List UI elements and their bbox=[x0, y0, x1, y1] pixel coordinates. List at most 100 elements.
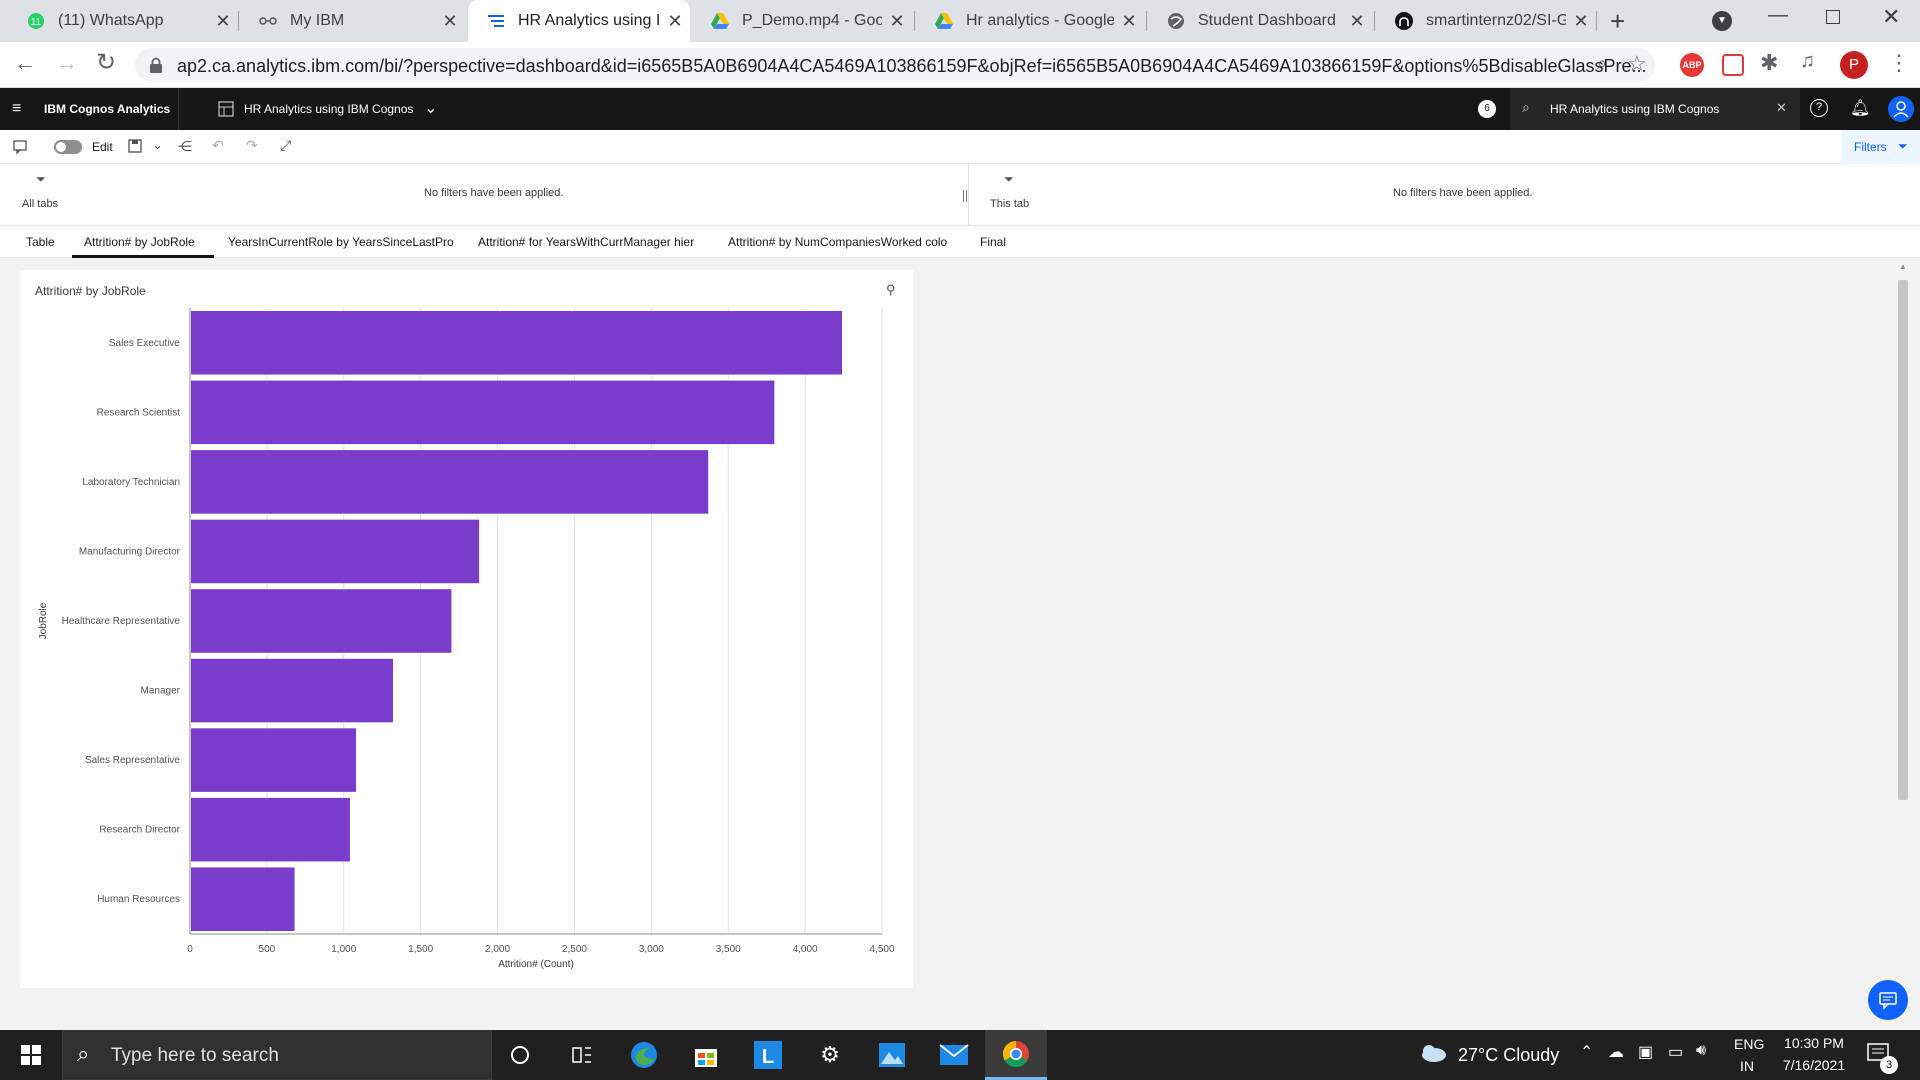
tab-search-icon[interactable]: ▼ bbox=[1712, 11, 1732, 31]
close-tab-icon[interactable]: ✕ bbox=[1342, 11, 1372, 32]
comment-icon[interactable] bbox=[12, 139, 28, 160]
filters-button[interactable]: Filters ⏷ bbox=[1842, 130, 1920, 164]
browser-tab-whatsapp[interactable]: 11 (11) WhatsApp ✕ bbox=[8, 0, 238, 42]
language-bottom[interactable]: IN bbox=[1740, 1058, 1754, 1074]
tab-table[interactable]: Table bbox=[14, 226, 70, 258]
search-input[interactable]: HR Analytics using IBM Cognos bbox=[1550, 102, 1719, 116]
profile-avatar[interactable]: P bbox=[1840, 51, 1868, 79]
chrome-taskbar-icon[interactable] bbox=[985, 1030, 1047, 1080]
save-icon[interactable] bbox=[128, 139, 142, 158]
user-avatar[interactable] bbox=[1888, 96, 1914, 122]
close-tab-icon[interactable]: ✕ bbox=[435, 11, 465, 32]
network-icon[interactable]: ▣ bbox=[1638, 1042, 1653, 1062]
bar[interactable] bbox=[191, 450, 709, 514]
reload-icon[interactable]: ↻ bbox=[96, 48, 116, 77]
tab-title: (11) WhatsApp bbox=[58, 12, 164, 29]
tab-attrition-yearswithcurrmanager[interactable]: Attrition# for YearsWithCurrManager hier bbox=[466, 226, 716, 258]
edge-browser-icon[interactable] bbox=[613, 1030, 675, 1080]
battery-icon[interactable]: ▭ bbox=[1668, 1042, 1683, 1062]
weather-cloud-icon bbox=[1418, 1042, 1448, 1069]
weather-text[interactable]: 27°C Cloudy bbox=[1458, 1045, 1559, 1066]
close-tab-icon[interactable]: ✕ bbox=[208, 11, 238, 32]
restore-icon[interactable] bbox=[1826, 10, 1840, 24]
undo-icon[interactable]: ↶ bbox=[212, 137, 224, 154]
notifications-bell-icon[interactable]: 🔔︎ bbox=[1850, 98, 1870, 118]
hamburger-menu-icon[interactable]: ≡ bbox=[12, 100, 21, 118]
windows-start-icon[interactable] bbox=[0, 1030, 62, 1080]
browser-tab-github[interactable]: smartinternz02/SI-Gui ✕ bbox=[1376, 0, 1596, 42]
share-icon[interactable]: ⋲ bbox=[178, 138, 192, 155]
volume-icon[interactable]: 🔊︎ bbox=[1696, 1042, 1706, 1060]
onedrive-icon[interactable]: ☁ bbox=[1608, 1042, 1624, 1062]
browser-tab-student-dashboard[interactable]: Student Dashboard ✕ bbox=[1148, 0, 1372, 42]
clock-time[interactable]: 10:30 PM bbox=[1782, 1035, 1846, 1051]
bar[interactable] bbox=[191, 728, 357, 792]
close-tab-icon[interactable]: ✕ bbox=[660, 11, 690, 32]
extensions-puzzle-icon[interactable]: ✱ bbox=[1760, 50, 1778, 76]
language-top[interactable]: ENG bbox=[1734, 1036, 1764, 1052]
this-tab-label: This tab bbox=[990, 198, 1030, 210]
bar[interactable] bbox=[191, 311, 843, 375]
save-dropdown-chevron-icon[interactable]: ⌄ bbox=[152, 137, 163, 153]
browser-tab-p-demo[interactable]: P_Demo.mp4 - Googl ✕ bbox=[692, 0, 912, 42]
cortana-icon[interactable] bbox=[489, 1030, 551, 1080]
app-l-icon[interactable]: L bbox=[737, 1030, 799, 1080]
zoom-icon[interactable]: ⌕ bbox=[1597, 53, 1607, 74]
edit-toggle[interactable] bbox=[54, 140, 82, 154]
task-view-icon[interactable] bbox=[551, 1030, 613, 1080]
tab-yearsincurrentrole[interactable]: YearsInCurrentRole by YearsSinceLastPro bbox=[216, 226, 456, 258]
bar[interactable] bbox=[191, 658, 393, 723]
new-tab-icon[interactable]: + bbox=[1610, 6, 1625, 37]
bar[interactable] bbox=[191, 797, 350, 862]
this-tab-filter-message[interactable]: No filters have been applied. bbox=[1393, 187, 1532, 199]
tab-final[interactable]: Final bbox=[968, 226, 1032, 258]
back-icon[interactable]: ← bbox=[14, 50, 36, 76]
bar[interactable] bbox=[191, 519, 480, 584]
help-icon[interactable]: ? bbox=[1810, 99, 1828, 117]
report-title[interactable]: HR Analytics using IBM Cognos bbox=[244, 102, 413, 116]
forward-icon[interactable]: → bbox=[56, 50, 78, 76]
search-box[interactable]: ⌕ HR Analytics using IBM Cognos ✕ bbox=[1510, 88, 1800, 130]
category-label: Healthcare Representative bbox=[62, 616, 181, 627]
bar[interactable] bbox=[191, 380, 775, 445]
bar[interactable] bbox=[191, 867, 295, 931]
photos-icon[interactable] bbox=[861, 1030, 923, 1080]
close-window-icon[interactable]: ✕ bbox=[1882, 4, 1900, 30]
close-tab-icon[interactable]: ✕ bbox=[1114, 11, 1144, 32]
filter-funnel-icon: ⏷ bbox=[1004, 172, 1014, 186]
chart-widget[interactable]: Attrition# by JobRole ⚲ 0 500 1,000 1,500 2,… bbox=[20, 270, 913, 988]
chevron-down-icon[interactable]: ⌄ bbox=[424, 98, 437, 118]
adblock-icon[interactable]: ABP bbox=[1680, 53, 1704, 77]
x-tick-label: 2,500 bbox=[562, 944, 587, 955]
chrome-menu-icon[interactable]: ⋮ bbox=[1888, 50, 1910, 76]
tray-chevron-up-icon[interactable]: ⌃ bbox=[1580, 1042, 1593, 1062]
close-tab-icon[interactable]: ✕ bbox=[1566, 11, 1596, 32]
taskbar-search-input[interactable]: Type here to search bbox=[111, 1045, 279, 1067]
all-tabs-filter-message[interactable]: No filters have been applied. bbox=[424, 187, 563, 199]
minimize-icon[interactable]: — bbox=[1768, 4, 1788, 27]
clock-date[interactable]: 7/16/2021 bbox=[1774, 1057, 1854, 1073]
redo-icon[interactable]: ↷ bbox=[246, 137, 258, 154]
notification-count-badge[interactable]: 6 bbox=[1478, 100, 1496, 118]
microsoft-store-icon[interactable] bbox=[675, 1030, 737, 1080]
clear-search-icon[interactable]: ✕ bbox=[1776, 100, 1787, 116]
fullscreen-icon[interactable]: ⤢ bbox=[280, 137, 291, 154]
close-tab-icon[interactable]: ✕ bbox=[882, 11, 912, 32]
browser-tab-hr-analytics[interactable]: HR Analytics using IBM ✕ bbox=[468, 0, 690, 42]
browser-tab-my-ibm[interactable]: My IBM ✕ bbox=[240, 0, 465, 42]
tab-attrition-numcompaniesworked[interactable]: Attrition# by NumCompaniesWorked colo bbox=[716, 226, 966, 258]
media-control-icon[interactable]: ♫ bbox=[1800, 50, 1815, 73]
filter-divider-handle[interactable] bbox=[963, 190, 967, 202]
tab-attrition-by-jobrole[interactable]: Attrition# by JobRole bbox=[72, 226, 214, 258]
browser-tab-hr-analytics-drive[interactable]: Hr analytics - Google ✕ bbox=[916, 0, 1144, 42]
chat-assistant-button[interactable] bbox=[1868, 980, 1908, 1020]
scrollbar[interactable]: ▲ bbox=[1896, 258, 1910, 1030]
address-bar[interactable]: ap2.ca.analytics.ibm.com/bi/?perspective… bbox=[135, 48, 1655, 82]
pocket-icon[interactable] bbox=[1722, 54, 1744, 76]
settings-gear-icon[interactable]: ⚙ bbox=[799, 1030, 861, 1080]
mail-icon[interactable] bbox=[923, 1030, 985, 1080]
bar[interactable] bbox=[191, 589, 452, 653]
bookmark-star-icon[interactable]: ☆ bbox=[1627, 51, 1647, 77]
taskbar-search-box[interactable]: ⌕ Type here to search bbox=[62, 1030, 492, 1080]
x-tick-label: 1,500 bbox=[408, 944, 433, 955]
